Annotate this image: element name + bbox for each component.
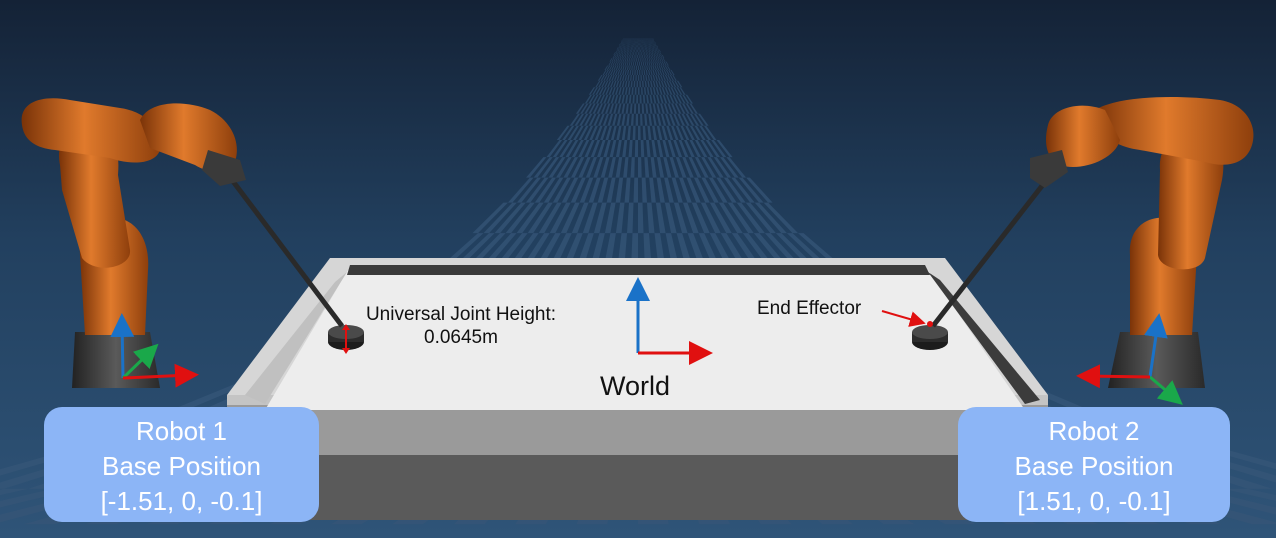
floor-tile — [639, 47, 641, 50]
floor-tile — [638, 38, 640, 40]
floor-tile — [638, 39, 639, 42]
universal-joint-label-line2: 0.0645m — [424, 327, 498, 348]
floor-tile — [636, 58, 638, 62]
floor-tile — [637, 45, 638, 48]
robot-2-subtitle: Base Position — [1014, 451, 1174, 481]
robot-2-title: Robot 2 — [1048, 416, 1140, 446]
floor-tile — [635, 39, 637, 42]
end-effector-label: End Effector — [757, 298, 862, 319]
floor-tile — [638, 61, 641, 66]
floor-tile — [639, 39, 640, 42]
floor-tile — [634, 140, 638, 158]
floor-tile — [638, 45, 640, 48]
floor-tile — [638, 58, 639, 62]
robot-1-position: [-1.51, 0, -0.1] — [100, 486, 263, 516]
robot-1-info-box: Robot 1 Base Position [-1.51, 0, -0.1] — [44, 407, 319, 522]
floor-tile — [639, 80, 641, 88]
universal-joint-right — [912, 325, 948, 350]
floor-tile — [636, 39, 638, 42]
floor-tile — [637, 55, 638, 59]
floor-tile — [640, 39, 641, 42]
floor-tile — [638, 75, 640, 81]
robot-2-info-box: Robot 2 Base Position [1.51, 0, -0.1] — [958, 407, 1230, 522]
floor-tile — [637, 61, 638, 66]
floor-tile — [634, 87, 637, 95]
world-label: World — [600, 371, 671, 401]
floor-tile — [638, 52, 639, 55]
floor-tile — [636, 45, 637, 48]
floor-tile — [638, 41, 640, 44]
floor-tile — [635, 113, 638, 126]
floor-tile — [638, 65, 640, 70]
floor-tile — [638, 157, 642, 178]
floor-tile — [638, 103, 641, 114]
universal-joint-label-line1: Universal Joint Height: — [365, 304, 557, 325]
floor-tile — [636, 94, 638, 104]
floor-tile — [639, 70, 641, 75]
floor-tile — [638, 125, 641, 140]
floor-tile — [638, 87, 640, 95]
universal-joint-label: Universal Joint Height: 0.0645m — [350, 303, 572, 349]
floor-tile — [638, 47, 639, 50]
floor-tile — [636, 43, 638, 46]
floor-tile — [636, 70, 638, 75]
floor-tile — [636, 80, 638, 88]
robot-2-position: [1.51, 0, -0.1] — [1017, 486, 1171, 516]
end-effector-dot — [927, 321, 933, 327]
floor-tile — [636, 52, 638, 55]
floor-tile — [638, 49, 640, 53]
floor-tile — [636, 38, 637, 40]
floor-tile — [637, 41, 638, 44]
floor-tile — [639, 38, 641, 40]
floor-tile — [637, 38, 638, 40]
robot-1-title: Robot 1 — [135, 416, 228, 446]
floor-tile — [639, 43, 640, 46]
floor-tile — [635, 65, 637, 70]
floor-tile — [633, 103, 637, 114]
floor-tile — [636, 47, 638, 50]
simulation-scene: Universal Joint Height: 0.0645m End Effe… — [0, 0, 1276, 538]
floor-tile — [635, 43, 637, 46]
floor-tile — [636, 41, 637, 44]
floor-tile — [638, 43, 639, 46]
robot-1-subtitle: Base Position — [102, 451, 261, 481]
floor-tile — [637, 49, 638, 53]
